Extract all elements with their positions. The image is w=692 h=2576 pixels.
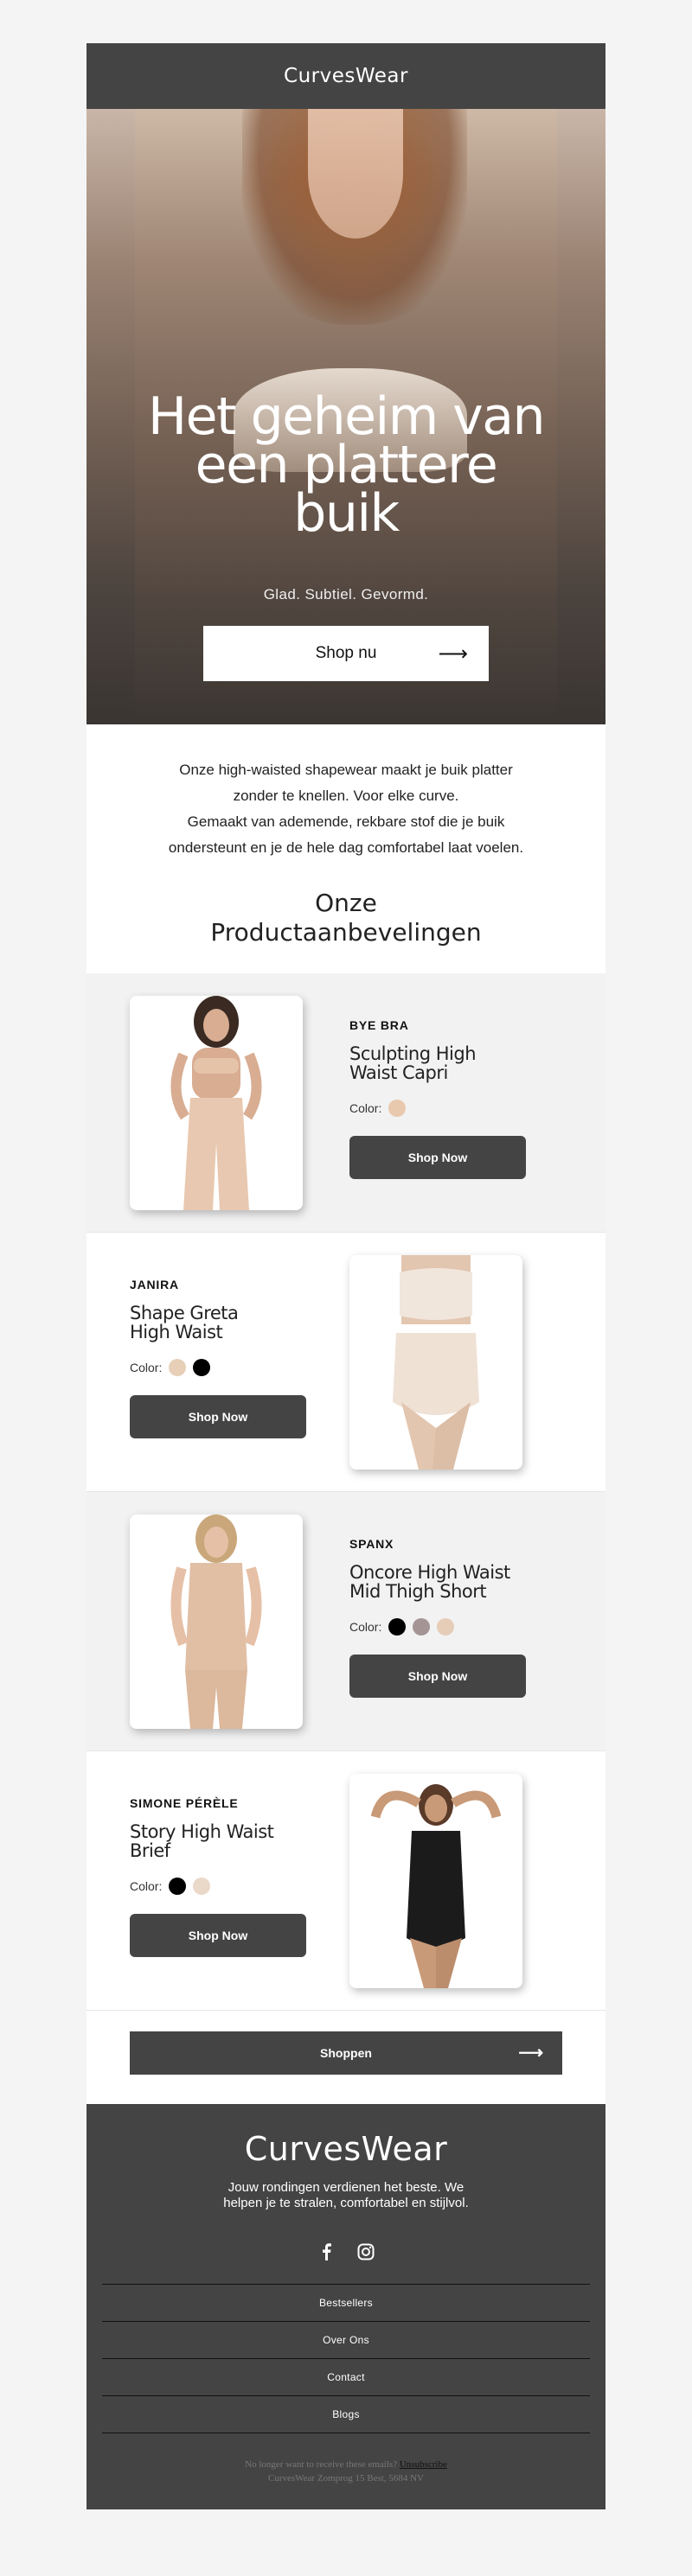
- shop-now-label: Shop Now: [407, 1669, 468, 1683]
- shop-now-button[interactable]: Shop nu ⟶: [203, 626, 489, 681]
- color-options: Color:: [130, 1359, 311, 1376]
- shop-now-button[interactable]: Shop Now: [349, 1655, 526, 1698]
- intro-line: ondersteunt en je de hele dag comfortabe…: [168, 839, 524, 856]
- intro-text: Onze high-waisted shapewear maakt je bui…: [86, 724, 606, 875]
- footer-address: CurvesWear Zomprog 15 Best, 5684 NV: [268, 2473, 424, 2484]
- hero-image-face: [308, 109, 403, 239]
- email-header: CurvesWear: [86, 43, 606, 109]
- product-name-line: Shape Greta: [130, 1303, 239, 1323]
- product-name-line: Sculpting High: [349, 1043, 477, 1064]
- hero-title-line: een plattere: [195, 435, 498, 495]
- product-name-line: Story High Waist: [130, 1821, 274, 1842]
- product-brand: SPANX: [349, 1537, 394, 1551]
- shop-now-button[interactable]: Shop Now: [130, 1914, 306, 1957]
- shop-now-button[interactable]: Shop Now: [349, 1136, 526, 1179]
- shoppen-button[interactable]: Shoppen ⟶: [130, 2031, 562, 2075]
- color-label: Color:: [349, 1620, 382, 1634]
- footer-nav: Bestsellers Over Ons Contact Blogs: [102, 2284, 590, 2433]
- footer-legal: No longer want to receive these emails? …: [102, 2458, 590, 2485]
- product-brand: BYE BRA: [349, 1018, 409, 1032]
- product-image[interactable]: [130, 996, 303, 1210]
- hero-banner: Het geheim van een plattere buik Glad. S…: [86, 109, 606, 724]
- footer-tagline: Jouw rondingen verdienen het beste. We h…: [223, 2180, 469, 2210]
- footer-logo[interactable]: CurvesWear: [102, 2130, 590, 2168]
- product-info: SPANX Oncore High Waist Mid Thigh Short …: [349, 1537, 531, 1698]
- product-brand: SIMONE PÉRÈLE: [130, 1796, 239, 1810]
- color-swatch[interactable]: [169, 1878, 187, 1895]
- recommendations-title-line: Productaanbevelingen: [210, 918, 482, 947]
- product-info: JANIRA Shape Greta High Waist Color: Sho…: [130, 1278, 311, 1438]
- color-label: Color:: [130, 1361, 163, 1374]
- product-image[interactable]: [349, 1774, 522, 1988]
- product-card: JANIRA Shape Greta High Waist Color: Sho…: [86, 1233, 606, 1492]
- color-swatch[interactable]: [193, 1359, 211, 1376]
- model-figure: [170, 1514, 262, 1729]
- hero-subtitle: Glad. Subtiel. Gevormd.: [263, 586, 429, 603]
- product-card: SPANX Oncore High Waist Mid Thigh Short …: [86, 1492, 606, 1751]
- product-card: BYE BRA Sculpting High Waist Capri Color…: [86, 973, 606, 1233]
- product-info: SIMONE PÉRÈLE Story High Waist Brief Col…: [130, 1796, 311, 1957]
- shop-now-label: Shop Now: [188, 1410, 248, 1424]
- bottom-cta-section: Shoppen ⟶: [86, 2011, 606, 2104]
- product-name[interactable]: Oncore High Waist Mid Thigh Short: [349, 1563, 531, 1601]
- model-figure: [370, 1784, 502, 1988]
- product-name[interactable]: Sculpting High Waist Capri: [349, 1044, 531, 1082]
- product-brand: JANIRA: [130, 1278, 179, 1291]
- color-swatch[interactable]: [193, 1878, 211, 1895]
- unsubscribe-link[interactable]: Unsubscribe: [400, 2459, 447, 2470]
- arrow-right-icon: ⟶: [518, 2044, 543, 2063]
- intro-line: Gemaakt van ademende, rekbare stof die j…: [187, 813, 505, 830]
- color-swatch[interactable]: [388, 1618, 407, 1636]
- recommendations-title: Onze Productaanbevelingen: [86, 875, 606, 973]
- footer-nav-over-ons[interactable]: Over Ons: [102, 2322, 590, 2359]
- product-image[interactable]: [130, 1514, 303, 1729]
- instagram-icon[interactable]: [356, 2242, 375, 2261]
- arrow-right-icon: ⟶: [438, 642, 468, 666]
- hero-title: Het geheim van een plattere buik: [86, 386, 606, 544]
- product-image[interactable]: [349, 1255, 522, 1470]
- color-swatch[interactable]: [169, 1359, 187, 1376]
- footer-nav-bestsellers[interactable]: Bestsellers: [102, 2285, 590, 2322]
- brand-logo[interactable]: CurvesWear: [284, 65, 408, 87]
- color-swatch[interactable]: [413, 1618, 431, 1636]
- footer-nav-contact[interactable]: Contact: [102, 2359, 590, 2396]
- shop-now-button[interactable]: Shop Now: [130, 1395, 306, 1438]
- model-figure: [393, 1255, 479, 1470]
- intro-line: zonder te knellen. Voor elke curve.: [233, 787, 459, 804]
- product-name-line: High Waist: [130, 1322, 223, 1342]
- color-label: Color:: [349, 1101, 382, 1115]
- footer: CurvesWear Jouw rondingen verdienen het …: [86, 2104, 606, 2509]
- email-container: CurvesWear Het geheim van een plattere b…: [86, 43, 606, 2509]
- shop-now-label: Shop Now: [407, 1151, 468, 1164]
- color-options: Color:: [349, 1618, 531, 1636]
- legal-text: No longer want to receive these emails?: [245, 2459, 398, 2470]
- model-figure: [170, 996, 262, 1210]
- shop-now-label: Shop nu: [315, 644, 377, 662]
- recommendations-title-line: Onze: [315, 889, 377, 917]
- intro-line: Onze high-waisted shapewear maakt je bui…: [179, 762, 513, 778]
- facebook-icon[interactable]: [317, 2242, 336, 2261]
- social-links: [102, 2242, 590, 2263]
- color-options: Color:: [349, 1100, 531, 1117]
- color-swatch[interactable]: [437, 1618, 455, 1636]
- product-name-line: Waist Capri: [349, 1062, 448, 1083]
- product-name-line: Mid Thigh Short: [349, 1581, 487, 1602]
- product-card: SIMONE PÉRÈLE Story High Waist Brief Col…: [86, 1751, 606, 2011]
- product-name-line: Brief: [130, 1840, 170, 1861]
- divider: [86, 2010, 606, 2011]
- legal-line: No longer want to receive these emails? …: [102, 2458, 590, 2471]
- hero-title-line: Het geheim van: [147, 386, 546, 447]
- footer-nav-blogs[interactable]: Blogs: [102, 2396, 590, 2433]
- hero-title-line: buik: [293, 483, 400, 544]
- color-label: Color:: [130, 1879, 163, 1893]
- shop-now-label: Shop Now: [188, 1929, 248, 1942]
- shoppen-label: Shoppen: [320, 2046, 372, 2060]
- product-name-line: Oncore High Waist: [349, 1562, 510, 1583]
- color-options: Color:: [130, 1878, 311, 1895]
- product-info: BYE BRA Sculpting High Waist Capri Color…: [349, 1018, 531, 1179]
- color-swatch[interactable]: [388, 1100, 407, 1117]
- product-name[interactable]: Story High Waist Brief: [130, 1822, 311, 1860]
- product-name[interactable]: Shape Greta High Waist: [130, 1304, 311, 1342]
